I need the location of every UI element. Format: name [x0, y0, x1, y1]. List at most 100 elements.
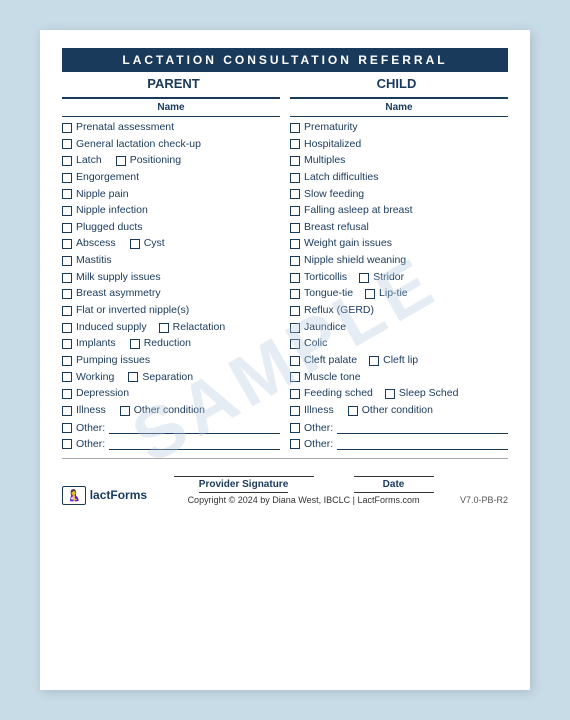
child-header: CHILD [289, 76, 503, 91]
sig-label: Provider Signature [199, 479, 288, 493]
checkbox[interactable] [359, 273, 369, 283]
checkbox[interactable] [290, 139, 300, 149]
checkbox[interactable] [159, 323, 169, 333]
list-item: Hospitalized [290, 138, 508, 152]
checkbox[interactable] [62, 306, 72, 316]
checkbox[interactable] [290, 289, 300, 299]
list-item: Nipple shield weaning [290, 254, 508, 268]
checkbox[interactable] [290, 206, 300, 216]
checkbox[interactable] [290, 356, 300, 366]
checkbox[interactable] [62, 239, 72, 249]
checkbox[interactable] [62, 406, 72, 416]
list-item: Induced supply Relactation [62, 321, 280, 335]
parent-other-2: Other: [62, 438, 280, 450]
checkbox[interactable] [128, 372, 138, 382]
list-item: Falling asleep at breast [290, 204, 508, 218]
date-label: Date [354, 479, 434, 493]
checkbox[interactable] [290, 189, 300, 199]
checkbox[interactable] [348, 406, 358, 416]
checkbox[interactable] [290, 239, 300, 249]
list-item: Engorgement [62, 171, 280, 185]
list-item: Feeding sched Sleep Sched [290, 387, 508, 401]
list-item: Pumping issues [62, 354, 280, 368]
checkbox[interactable] [130, 239, 140, 249]
checkbox[interactable] [62, 439, 72, 449]
list-item: Illness Other condition [290, 404, 508, 418]
checkbox[interactable] [62, 156, 72, 166]
checkbox[interactable] [365, 289, 375, 299]
checkbox[interactable] [290, 389, 300, 399]
list-item: Tongue-tie Lip-tie [290, 287, 508, 301]
list-item: Slow feeding [290, 188, 508, 202]
list-item: Nipple pain [62, 188, 280, 202]
checkbox[interactable] [62, 273, 72, 283]
checkbox[interactable] [62, 389, 72, 399]
checkbox[interactable] [290, 339, 300, 349]
checkbox[interactable] [62, 256, 72, 266]
version-text: V7.0-PB-R2 [460, 495, 508, 505]
date-section: Date [354, 465, 434, 493]
checkbox[interactable] [62, 206, 72, 216]
document-title: LACTATION CONSULTATION REFERRAL [122, 53, 447, 67]
checkbox[interactable] [290, 273, 300, 283]
checkbox[interactable] [290, 372, 300, 382]
other-underline [337, 438, 508, 450]
list-item: Breast asymmetry [62, 287, 280, 301]
checkbox[interactable] [62, 372, 72, 382]
document-page: SAMPLE LACTATION CONSULTATION REFERRAL P… [40, 30, 530, 690]
checkbox[interactable] [290, 406, 300, 416]
list-item: Working Separation [62, 371, 280, 385]
parent-other-1: Other: [62, 422, 280, 434]
checkbox[interactable] [290, 423, 300, 433]
checkbox[interactable] [290, 439, 300, 449]
checkbox[interactable] [62, 423, 72, 433]
checkbox[interactable] [62, 356, 72, 366]
checkbox[interactable] [130, 339, 140, 349]
list-item: Illness Other condition [62, 404, 280, 418]
checkbox[interactable] [290, 123, 300, 133]
parent-column: Name Prenatal assessment General lactati… [62, 97, 280, 450]
logo-icon: 🤱 [62, 486, 86, 505]
checkbox[interactable] [290, 306, 300, 316]
list-item: Milk supply issues [62, 271, 280, 285]
child-name-label: Name [290, 99, 508, 117]
checkbox[interactable] [385, 389, 395, 399]
child-other-2: Other: [290, 438, 508, 450]
header-bar: LACTATION CONSULTATION REFERRAL [62, 48, 508, 72]
checkbox[interactable] [62, 339, 72, 349]
footer-logo: 🤱 lactForms [62, 486, 147, 505]
checkbox[interactable] [62, 323, 72, 333]
checkbox[interactable] [369, 356, 379, 366]
checkbox[interactable] [120, 406, 130, 416]
footer-center-block: Provider Signature Date Copyright © 2024… [147, 465, 460, 505]
checkbox[interactable] [290, 256, 300, 266]
copyright-text: Copyright © 2024 by Diana West, IBCLC | … [147, 495, 460, 505]
footer: 🤱 lactForms Provider Signature Date Copy… [62, 465, 508, 505]
column-headers: PARENT CHILD [62, 76, 508, 91]
columns-wrap: Name Prenatal assessment General lactati… [62, 97, 508, 450]
list-item: Reflux (GERD) [290, 304, 508, 318]
other-underline [337, 422, 508, 434]
other-underline [109, 422, 280, 434]
checkbox[interactable] [116, 156, 126, 166]
checkbox[interactable] [62, 289, 72, 299]
checkbox[interactable] [62, 139, 72, 149]
list-item: Plugged ducts [62, 221, 280, 235]
list-item: Multiples [290, 154, 508, 168]
list-item: Prenatal assessment [62, 121, 280, 135]
other-underline [109, 438, 280, 450]
list-item: General lactation check-up [62, 138, 280, 152]
checkbox[interactable] [290, 173, 300, 183]
checkbox[interactable] [62, 123, 72, 133]
checkbox[interactable] [290, 223, 300, 233]
logo-text: lactForms [90, 488, 147, 502]
checkbox[interactable] [62, 189, 72, 199]
date-line [354, 465, 434, 477]
parent-header: PARENT [66, 76, 280, 91]
checkbox[interactable] [290, 156, 300, 166]
checkbox[interactable] [62, 223, 72, 233]
parent-name-label: Name [62, 99, 280, 117]
checkbox[interactable] [62, 173, 72, 183]
checkbox[interactable] [290, 323, 300, 333]
child-other-1: Other: [290, 422, 508, 434]
